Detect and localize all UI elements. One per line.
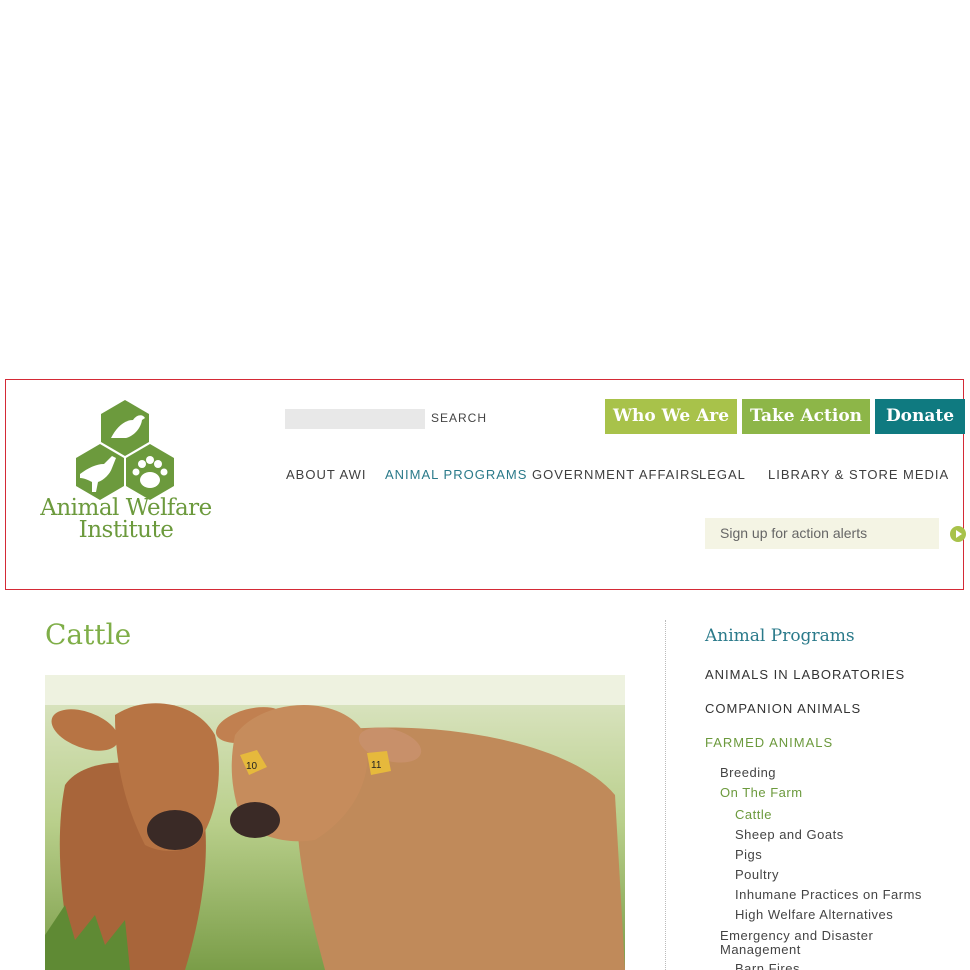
sidebar-title[interactable]: Animal Programs <box>705 626 855 646</box>
page-title: Cattle <box>45 618 132 651</box>
logo-text: Animal Welfare Institute <box>38 495 214 543</box>
svg-text:11: 11 <box>371 760 382 771</box>
sidebar-item-pigs[interactable]: Pigs <box>735 847 762 862</box>
nav-government-affairs[interactable]: GOVERNMENT AFFAIRS <box>532 467 700 482</box>
nav-library-store[interactable]: LIBRARY & STORE <box>768 467 899 482</box>
who-we-are-button[interactable]: Who We Are <box>605 399 737 434</box>
sidebar-item-barn-fires[interactable]: Barn Fires <box>735 962 800 970</box>
search-button[interactable]: SEARCH <box>431 411 487 425</box>
sidebar-item-poultry[interactable]: Poultry <box>735 867 779 882</box>
sidebar-item-sheep-and-goats[interactable]: Sheep and Goats <box>735 827 844 842</box>
sidebar-item-companion-animals[interactable]: COMPANION ANIMALS <box>705 701 861 716</box>
svg-text:10: 10 <box>246 761 258 772</box>
sidebar-item-animals-in-laboratories[interactable]: ANIMALS IN LABORATORIES <box>705 667 905 682</box>
sidebar-item-breeding[interactable]: Breeding <box>720 765 776 780</box>
nav-legal[interactable]: LEGAL <box>699 467 746 482</box>
sidebar-item-inhumane-practices[interactable]: Inhumane Practices on Farms <box>735 887 922 902</box>
nav-about-awi[interactable]: ABOUT AWI <box>286 467 367 482</box>
sidebar-item-farmed-animals[interactable]: FARMED ANIMALS <box>705 735 833 750</box>
nav-media[interactable]: MEDIA <box>903 467 949 482</box>
sidebar-item-on-the-farm[interactable]: On The Farm <box>720 785 803 800</box>
search-input[interactable] <box>285 409 425 429</box>
sidebar-item-high-welfare-alternatives[interactable]: High Welfare Alternatives <box>735 907 893 922</box>
sidebar-item-emergency-disaster[interactable]: Emergency and Disaster Management <box>720 929 920 957</box>
take-action-button[interactable]: Take Action <box>742 399 870 434</box>
logo-text-line1: Animal Welfare <box>40 495 212 521</box>
logo-text-line2: Institute <box>78 517 174 543</box>
content-divider <box>665 620 666 970</box>
calves-photo: 10 11 <box>45 675 625 970</box>
donate-button[interactable]: Donate <box>875 399 965 434</box>
alerts-submit-arrow-icon[interactable] <box>950 526 966 542</box>
action-alerts-input[interactable]: Sign up for action alerts <box>705 518 939 549</box>
sidebar-item-cattle[interactable]: Cattle <box>735 807 772 822</box>
nav-animal-programs[interactable]: ANIMAL PROGRAMS <box>385 467 527 482</box>
